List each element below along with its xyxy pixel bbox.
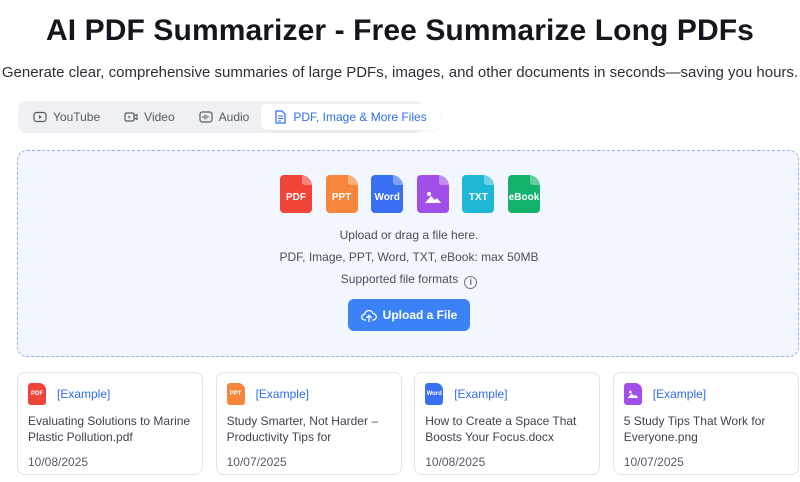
video-icon [124, 112, 138, 122]
image-icon [627, 390, 639, 398]
image-file-icon [623, 383, 642, 405]
file-type-icons: PDF PPT Word TXT eBook [280, 175, 554, 213]
ppt-file-icon: PPT [325, 175, 358, 213]
example-card[interactable]: Word [Example] How to Create a Space Tha… [414, 372, 601, 475]
supported-formats: Supported file formats i [18, 272, 800, 289]
tab-pdf-image-files[interactable]: PDF, Image & More Files [261, 104, 440, 130]
tab-audio-label: Audio [218, 110, 250, 124]
audio-icon [199, 111, 213, 123]
example-tag[interactable]: [Example] [57, 387, 110, 401]
cloud-upload-icon [360, 309, 377, 322]
tab-video[interactable]: Video [112, 104, 186, 130]
youtube-icon [33, 111, 47, 123]
tab-pdf-label: PDF, Image & More Files [293, 110, 427, 124]
example-date: 10/07/2025 [226, 455, 287, 469]
ppt-file-icon: PPT [226, 383, 245, 405]
ebook-file-icon: eBook [507, 175, 540, 213]
upload-file-button-label: Upload a File [382, 308, 458, 322]
example-title: 5 Study Tips That Work for Everyone.png [623, 414, 766, 444]
pdf-file-icon: PDF [28, 383, 46, 405]
example-title: How to Create a Space That Boosts Your F… [425, 414, 577, 444]
example-cards: PDF [Example] Evaluating Solutions to Ma… [17, 372, 800, 475]
example-date: 10/08/2025 [425, 455, 486, 469]
txt-file-icon: TXT [462, 175, 495, 213]
source-tabs: YouTube Video Audio PDF, Image & More Fi… [18, 101, 440, 133]
pdf-file-icon: PDF [280, 175, 312, 213]
example-tag[interactable]: [Example] [256, 387, 309, 401]
word-file-icon: Word [425, 383, 444, 405]
tab-youtube-label: YouTube [53, 110, 101, 124]
example-card[interactable]: PPT [Example] Study Smarter, Not Harder … [215, 372, 402, 475]
upload-dropzone[interactable]: PDF PPT Word TXT eBook Upload or drag a … [17, 150, 799, 357]
tab-video-label: Video [144, 110, 175, 124]
info-icon[interactable]: i [464, 275, 478, 289]
word-file-icon: Word [371, 175, 404, 213]
tab-audio[interactable]: Audio [187, 104, 262, 130]
file-icon [275, 110, 286, 124]
example-tag[interactable]: [Example] [454, 387, 507, 401]
page-subtitle: Generate clear, comprehensive summaries … [1, 64, 799, 81]
example-title: Evaluating Solutions to Marine Plastic P… [28, 414, 191, 444]
example-date: 10/07/2025 [623, 455, 684, 469]
image-file-icon [416, 175, 449, 213]
example-card[interactable]: PDF [Example] Evaluating Solutions to Ma… [17, 372, 203, 475]
example-title: Study Smarter, Not Harder – Productivity… [226, 414, 378, 444]
upload-limits: PDF, Image, PPT, Word, TXT, eBook: max 5… [279, 250, 539, 264]
image-icon [424, 192, 441, 203]
supported-formats-label: Supported file formats [340, 272, 459, 286]
page-title: AI PDF Summarizer - Free Summarize Long … [46, 14, 754, 47]
example-card[interactable]: [Example] 5 Study Tips That Work for Eve… [612, 372, 799, 475]
tab-youtube[interactable]: YouTube [21, 104, 112, 130]
example-tag[interactable]: [Example] [653, 387, 706, 401]
example-date: 10/08/2025 [28, 455, 89, 469]
upload-prompt: Upload or drag a file here. [339, 228, 479, 242]
upload-file-button[interactable]: Upload a File [348, 299, 470, 331]
